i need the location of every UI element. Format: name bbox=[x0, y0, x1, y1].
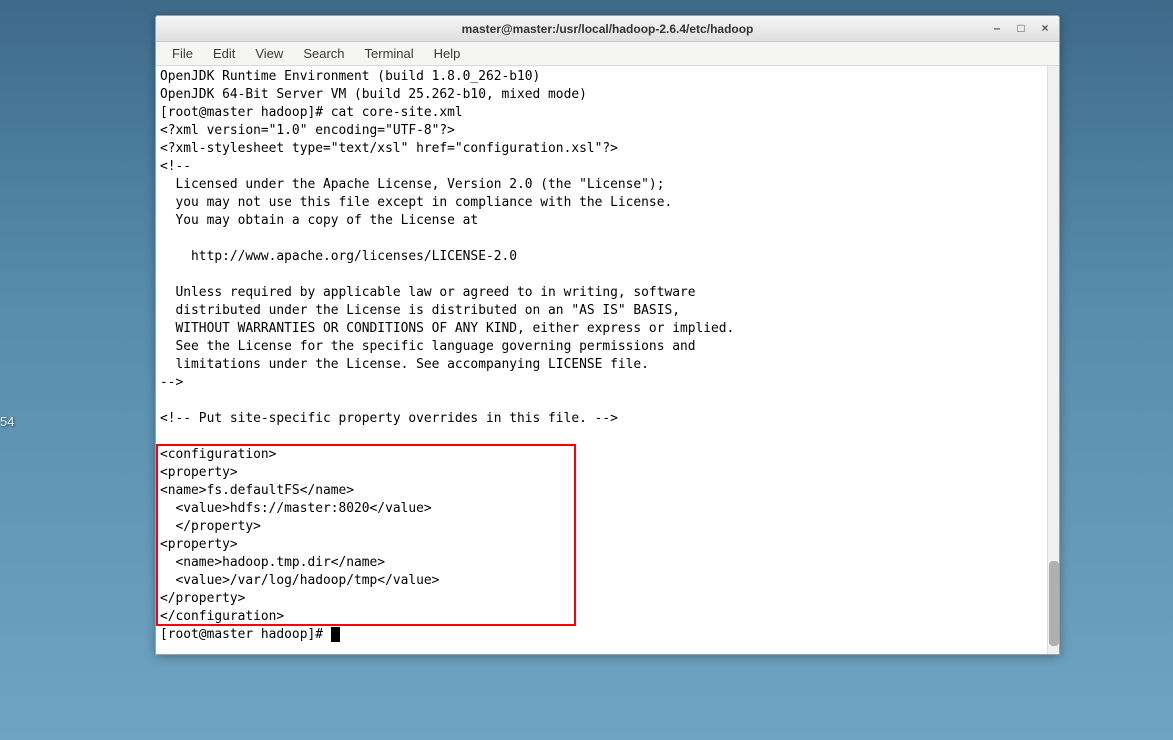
titlebar[interactable]: master@master:/usr/local/hadoop-2.6.4/et… bbox=[156, 16, 1059, 42]
close-button[interactable]: × bbox=[1037, 20, 1053, 36]
terminal-window: master@master:/usr/local/hadoop-2.6.4/et… bbox=[155, 15, 1060, 655]
menubar: File Edit View Search Terminal Help bbox=[156, 42, 1059, 66]
menu-edit[interactable]: Edit bbox=[203, 44, 245, 63]
desktop-partial-label: 54 bbox=[0, 414, 14, 429]
menu-search[interactable]: Search bbox=[293, 44, 354, 63]
menu-help[interactable]: Help bbox=[424, 44, 471, 63]
terminal-text-area[interactable]: OpenJDK Runtime Environment (build 1.8.0… bbox=[156, 66, 1047, 654]
window-title: master@master:/usr/local/hadoop-2.6.4/et… bbox=[462, 22, 754, 36]
menu-file[interactable]: File bbox=[162, 44, 203, 63]
scrollbar[interactable] bbox=[1047, 66, 1059, 654]
cursor bbox=[331, 627, 340, 642]
terminal-body: OpenJDK Runtime Environment (build 1.8.0… bbox=[156, 66, 1059, 654]
maximize-button[interactable]: □ bbox=[1013, 20, 1029, 36]
minimize-button[interactable]: – bbox=[989, 20, 1005, 36]
scrollbar-thumb[interactable] bbox=[1049, 561, 1059, 646]
window-controls: – □ × bbox=[989, 20, 1053, 36]
menu-view[interactable]: View bbox=[245, 44, 293, 63]
menu-terminal[interactable]: Terminal bbox=[355, 44, 424, 63]
